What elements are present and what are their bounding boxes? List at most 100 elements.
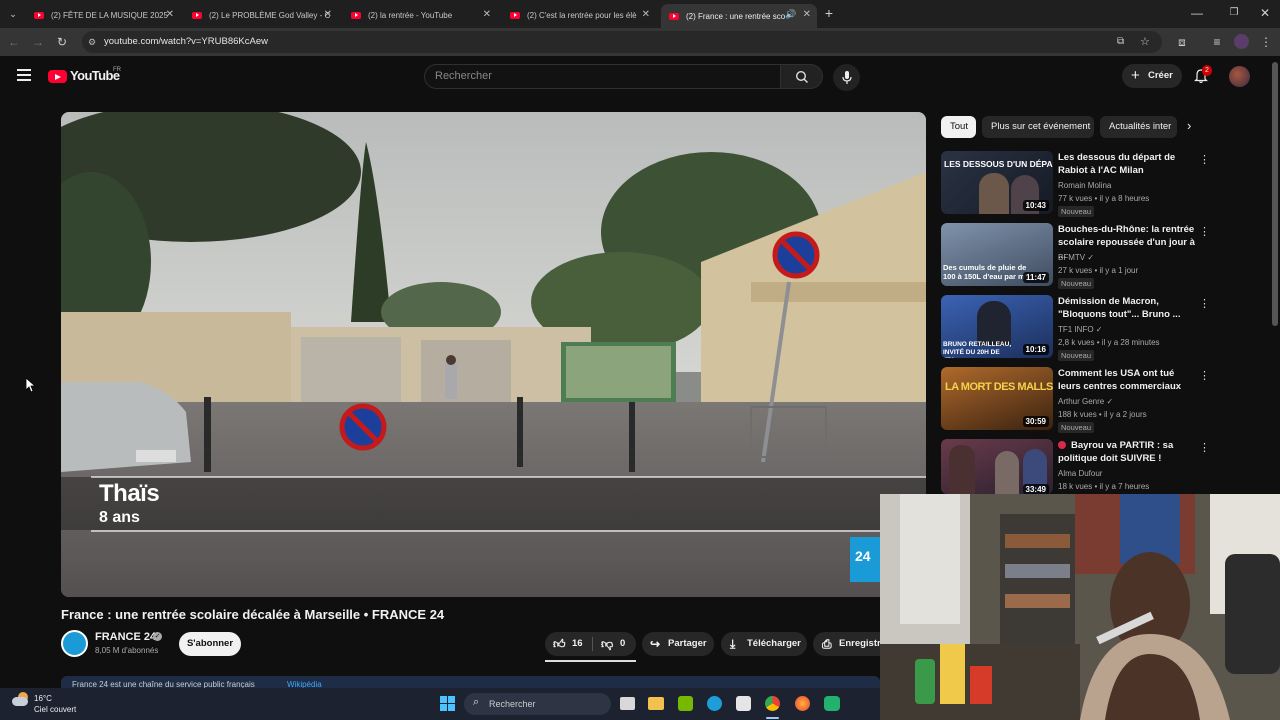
search-input[interactable]: Rechercher — [424, 64, 781, 89]
cast-icon[interactable]: ⧉ — [1117, 31, 1124, 53]
audio-playing-icon[interactable]: 🔊 — [785, 9, 796, 20]
download-label: Télécharger — [747, 638, 801, 649]
url-text: youtube.com/watch?v=YRUB86KcAew — [104, 36, 268, 47]
media-control-icon[interactable]: ≡ — [1208, 28, 1226, 56]
create-button[interactable]: + Créer — [1122, 64, 1182, 88]
microsoft-store-icon[interactable] — [736, 696, 751, 711]
account-avatar[interactable] — [1229, 66, 1250, 87]
channel-name[interactable]: Arthur Genre — [1058, 397, 1104, 406]
recommendation-title[interactable]: Comment les USA ont tué leurs centres co… — [1058, 367, 1198, 393]
close-window-icon[interactable]: ✕ — [1256, 0, 1274, 26]
weather-desc[interactable]: Ciel couvert — [34, 705, 76, 714]
back-icon[interactable]: ← — [5, 28, 23, 56]
recommendation-title[interactable]: Démission de Macron, "Bloquons tout"... … — [1058, 295, 1198, 321]
share-icon: ↪ — [650, 637, 661, 651]
tab-title: (2) la rentrée - YouTube — [368, 10, 453, 20]
minimize-icon[interactable]: — — [1188, 0, 1206, 26]
restore-icon[interactable]: ❐ — [1225, 0, 1243, 26]
recommendation-item[interactable]: Des cumuls de pluie de 100 à 150L d'eau … — [941, 223, 1211, 289]
like-count[interactable]: 16 — [572, 632, 583, 656]
more-options-icon[interactable]: ⋮ — [1199, 297, 1210, 310]
recommendation-item[interactable]: BRUNO RETAILLEAU, INVITÉ DU 20H DE TF1 1… — [941, 295, 1211, 361]
nvidia-icon[interactable] — [678, 696, 693, 711]
weather-icon[interactable] — [12, 692, 30, 710]
close-tab-icon[interactable]: ✕ — [483, 9, 491, 20]
tab-title: (2) Le PROBLÈME God Valley - C — [209, 10, 331, 20]
notifications-button[interactable]: 2 — [1193, 65, 1212, 86]
thumbnail-text: LES DESSOUS D'UN DÉPART... — [944, 159, 1053, 169]
hamburger-menu-icon[interactable] — [17, 69, 31, 81]
browser-menu-icon[interactable]: ⋮ — [1257, 28, 1275, 56]
taskbar-search[interactable]: ⌕ Rechercher — [464, 693, 611, 715]
chip-all[interactable]: Tout — [941, 116, 976, 138]
close-tab-icon[interactable]: ✕ — [642, 9, 650, 20]
youtube-logo-icon[interactable] — [48, 70, 67, 83]
recommendation-channel[interactable]: Alma Dufour — [1058, 469, 1102, 478]
profile-avatar[interactable] — [1234, 34, 1249, 49]
chrome-icon[interactable] — [765, 696, 780, 711]
channel-name[interactable]: TF1 INFO — [1058, 325, 1094, 334]
chip-more-on-event[interactable]: Plus sur cet événement — [982, 116, 1094, 138]
recommendation-title[interactable]: Les dessous du départ de Rabiot à l'AC M… — [1058, 151, 1198, 177]
browser-tab[interactable]: (2) la rentrée - YouTube ✕ — [343, 4, 497, 26]
chevron-right-icon[interactable]: › — [1187, 118, 1191, 133]
description-panel[interactable]: France 24 est une chaîne du service publ… — [61, 676, 880, 688]
page-scrollbar[interactable] — [1272, 62, 1278, 326]
recommendation-item[interactable]: LA MORT DES MALLS 30:59 Comment les USA … — [941, 367, 1211, 433]
more-options-icon[interactable]: ⋮ — [1199, 369, 1210, 382]
wikipedia-link[interactable]: Wikipédia — [287, 680, 322, 688]
browser-tab[interactable]: (2) C'est la rentrée pour les élè ✕ — [502, 4, 656, 26]
windows-start-icon[interactable] — [440, 696, 456, 712]
video-thumbnail[interactable]: 33:49 — [941, 439, 1053, 494]
address-bar[interactable]: ⚙ youtube.com/watch?v=YRUB86KcAew ⧉ ☆ — [82, 31, 1162, 53]
video-thumbnail[interactable]: LES DESSOUS D'UN DÉPART... 10:43 — [941, 151, 1053, 214]
recommendation-channel[interactable]: Arthur Genre ✓ — [1058, 397, 1113, 406]
recommendation-item[interactable]: LES DESSOUS D'UN DÉPART... 10:43 Les des… — [941, 151, 1211, 217]
download-button[interactable]: ⤓ Télécharger — [721, 632, 807, 656]
close-tab-icon[interactable]: ✕ — [803, 9, 811, 20]
edge-browser-icon[interactable] — [707, 696, 722, 711]
browser-tab[interactable]: (2) Le PROBLÈME God Valley - C ✕ — [184, 4, 338, 26]
video-thumbnail[interactable]: Des cumuls de pluie de 100 à 150L d'eau … — [941, 223, 1053, 286]
thumbnail-person — [949, 445, 975, 494]
recommendation-channel[interactable]: Romain Molina — [1058, 181, 1111, 190]
more-options-icon[interactable]: ⋮ — [1199, 441, 1210, 454]
browser-tab-active[interactable]: (2) France : une rentrée sco 🔊 ✕ — [661, 4, 817, 28]
forward-icon[interactable]: → — [29, 28, 47, 56]
bookmark-star-icon[interactable]: ☆ — [1140, 31, 1150, 53]
video-thumbnail[interactable]: LA MORT DES MALLS 30:59 — [941, 367, 1053, 430]
dislike-count[interactable]: 0 — [620, 632, 625, 656]
recommendation-channel[interactable]: TF1 INFO ✓ — [1058, 325, 1103, 334]
tab-search-chevron-icon[interactable]: ⌄ — [4, 0, 22, 28]
voice-search-button[interactable] — [833, 64, 860, 91]
file-explorer-icon[interactable] — [648, 697, 664, 710]
mouse-cursor-icon — [26, 378, 35, 392]
recommendation-channel[interactable]: BFMTV ✓ — [1058, 253, 1094, 262]
task-view-icon[interactable] — [620, 697, 635, 710]
close-tab-icon[interactable]: ✕ — [166, 9, 174, 20]
app-icon[interactable] — [824, 696, 840, 711]
thumbs-down-icon[interactable]: 👎︎ — [601, 632, 613, 656]
subscribe-button[interactable]: S'abonner — [179, 632, 241, 656]
share-button[interactable]: ↪ Partager — [642, 632, 714, 656]
close-tab-icon[interactable]: ✕ — [324, 9, 332, 20]
extensions-icon[interactable]: ⧈ — [1173, 28, 1191, 56]
thumbs-up-icon[interactable]: 👍︎ — [553, 632, 566, 656]
search-button[interactable] — [781, 64, 823, 89]
video-player[interactable]: Thaïs 8 ans 24 — [61, 112, 926, 597]
firefox-icon[interactable] — [795, 696, 810, 711]
chip-international-news[interactable]: Actualités inter — [1100, 116, 1177, 138]
new-tab-icon[interactable]: + — [820, 0, 838, 26]
channel-avatar[interactable] — [61, 630, 88, 657]
browser-tab[interactable]: (2) FÊTE DE LA MUSIQUE 2025 ✕ — [26, 4, 180, 26]
save-button[interactable]: ⎙ Enregistrer — [813, 632, 880, 656]
channel-name[interactable]: BFMTV — [1058, 253, 1085, 262]
video-thumbnail[interactable]: BRUNO RETAILLEAU, INVITÉ DU 20H DE TF1 1… — [941, 295, 1053, 358]
site-info-icon[interactable]: ⚙ — [88, 31, 96, 53]
more-options-icon[interactable]: ⋮ — [1199, 153, 1210, 166]
reload-icon[interactable]: ↻ — [53, 28, 71, 56]
channel-name[interactable]: FRANCE 24 — [95, 631, 156, 643]
more-options-icon[interactable]: ⋮ — [1199, 225, 1210, 238]
recommendation-title[interactable]: Bayrou va PARTIR : sa politique doit SUI… — [1058, 439, 1198, 465]
weather-temp[interactable]: 16°C — [34, 694, 52, 703]
